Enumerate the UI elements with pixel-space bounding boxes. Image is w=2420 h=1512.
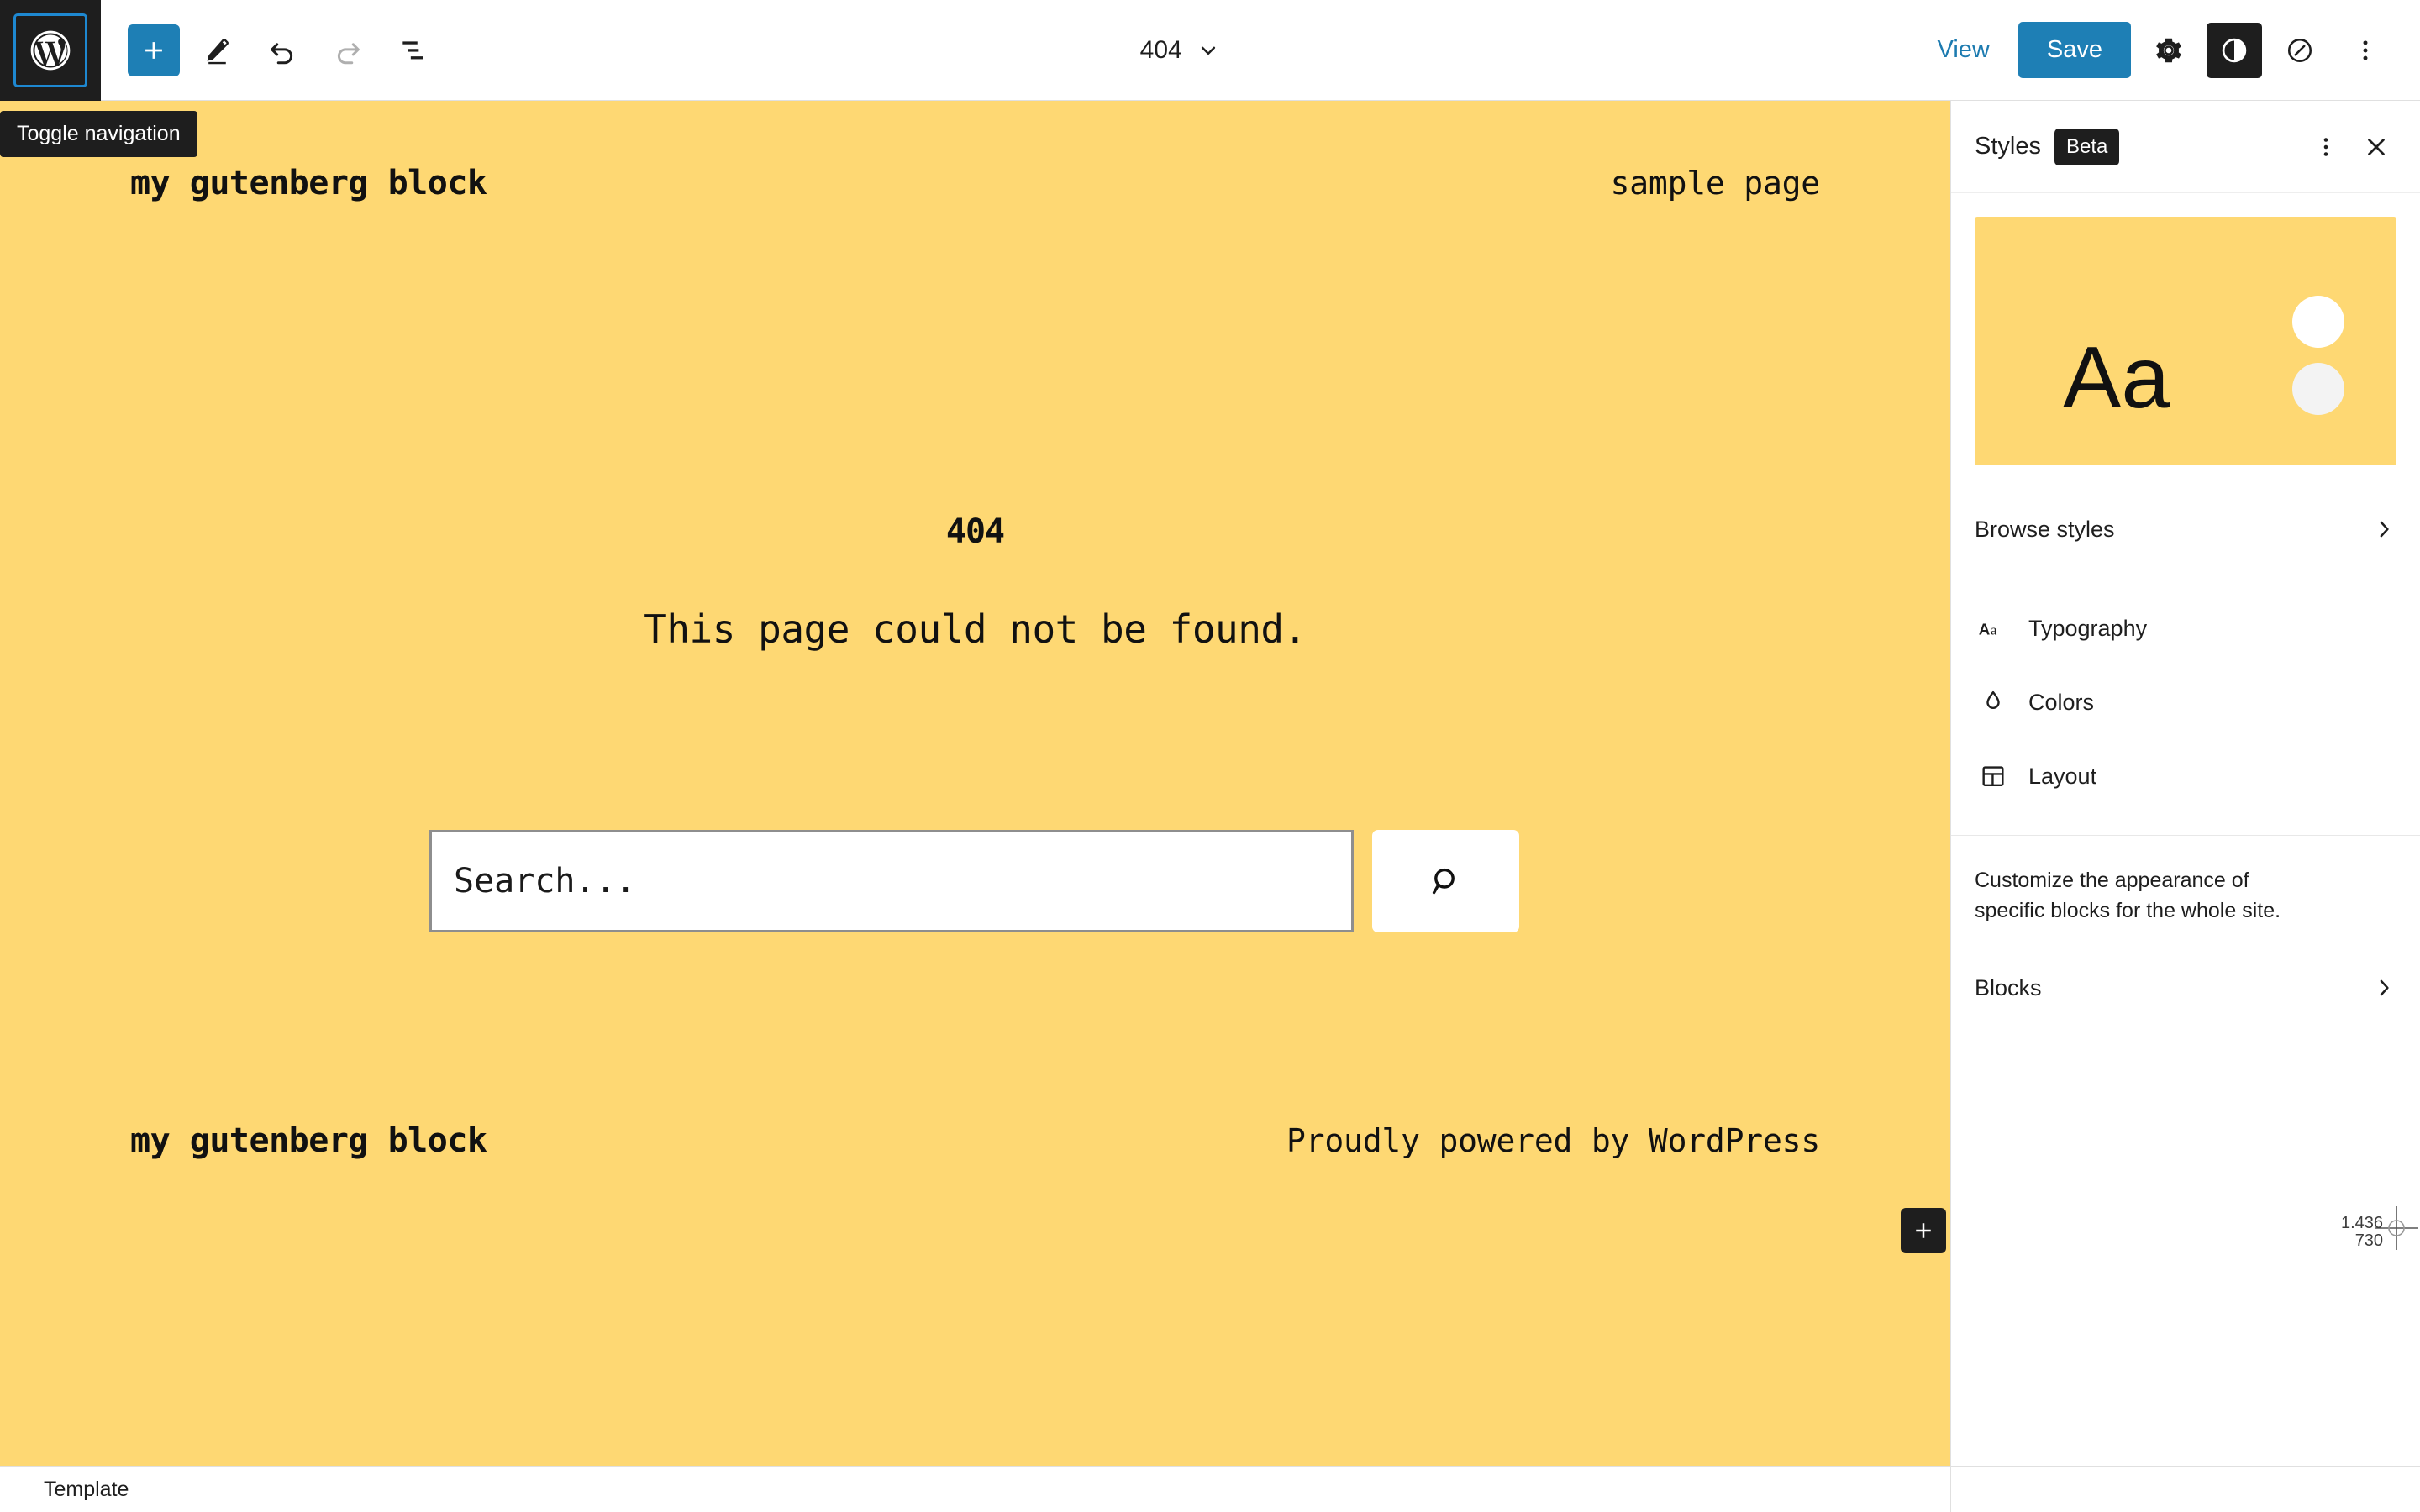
- undo-button[interactable]: [254, 22, 311, 79]
- settings-button[interactable]: [2141, 23, 2196, 78]
- more-options-button[interactable]: [2338, 23, 2393, 78]
- svg-text:A: A: [1979, 621, 1991, 638]
- plus-icon: [145, 41, 162, 59]
- editor-status-bar-right: [1950, 1466, 2420, 1512]
- site-header-block[interactable]: my gutenberg block sample page: [0, 164, 1950, 202]
- preview-sample-text: Aa: [2063, 329, 2170, 427]
- toggle-navigation-tooltip: Toggle navigation: [0, 111, 197, 157]
- canvas-inserter-button[interactable]: [1901, 1208, 1946, 1253]
- pencil-icon: [207, 38, 229, 64]
- cursor-y-value: 730: [2354, 1231, 2384, 1250]
- editor-status-bar: Template: [0, 1466, 1950, 1512]
- styles-button[interactable]: [2207, 22, 2262, 78]
- beta-badge: Beta: [2054, 128, 2120, 165]
- style-variation-preview[interactable]: Aa: [1975, 217, 2396, 465]
- site-footer-block[interactable]: my gutenberg block Proudly powered by Wo…: [0, 1121, 1950, 1160]
- cursor-x-value: 1.436: [2341, 1214, 2384, 1232]
- blocks-label: Blocks: [1975, 974, 2042, 1000]
- chevron-right-icon: [2380, 979, 2389, 996]
- site-preview-frame: my gutenberg block sample page 404 This …: [0, 101, 1950, 1466]
- magnifier-icon: [1432, 868, 1455, 895]
- editor-canvas[interactable]: my gutenberg block sample page 404 This …: [0, 101, 1950, 1466]
- header-left-toolbar: [101, 22, 442, 79]
- browse-styles-label: Browse styles: [1975, 516, 2115, 542]
- preview-color-dot-primary: [2292, 296, 2344, 348]
- plus-icon: [1916, 1223, 1931, 1238]
- footer-credit-text[interactable]: Proudly powered by WordPress: [1286, 1122, 1820, 1159]
- site-editor-app: 404 View Save my gutenberg block sample …: [0, 0, 2420, 1512]
- typography-label: Typography: [2028, 615, 2148, 641]
- undo-icon: [271, 42, 293, 64]
- styles-sidebar-body: Aa Browse styles A a Typography Colors L…: [1951, 193, 2420, 1466]
- styles-more-options-button[interactable]: [2301, 122, 2351, 172]
- redo-icon: [337, 42, 360, 64]
- contrast-circle-icon: [2222, 38, 2247, 62]
- sidebar-item-typography[interactable]: A a Typography: [1951, 591, 2420, 665]
- command-center-button[interactable]: [2272, 23, 2328, 78]
- editor-header: 404 View Save: [0, 0, 2420, 101]
- layout-label: Layout: [2028, 763, 2097, 789]
- close-icon: [2368, 138, 2385, 155]
- search-input[interactable]: [429, 830, 1354, 932]
- list-view-icon: [402, 40, 424, 59]
- sidebar-item-blocks[interactable]: Blocks: [1951, 951, 2420, 1025]
- edit-mode-button[interactable]: [188, 22, 245, 79]
- wordpress-logo-icon: [13, 13, 87, 87]
- close-sidebar-button[interactable]: [2351, 122, 2402, 172]
- chevron-down-icon: [1201, 46, 1216, 55]
- blocks-help-text: Customize the appearance of specific blo…: [1975, 869, 2281, 922]
- chevron-right-icon: [2380, 521, 2389, 538]
- gear-icon: [2156, 38, 2181, 62]
- redo-button[interactable]: [319, 22, 376, 79]
- typography-aa-icon: A a: [1975, 610, 2012, 647]
- sidebar-item-browse-styles[interactable]: Browse styles: [1951, 492, 2420, 566]
- layout-grid-icon: [1975, 758, 2012, 795]
- error-message-text[interactable]: This page could not be found.: [0, 606, 1950, 652]
- status-bar-label: Template: [44, 1477, 129, 1501]
- kebab-menu-icon: [2323, 137, 2328, 156]
- page-title: 404: [1139, 35, 1182, 64]
- wordpress-logo-button[interactable]: [0, 0, 101, 101]
- sidebar-item-layout[interactable]: Layout: [1951, 739, 2420, 813]
- footer-site-title[interactable]: my gutenberg block: [130, 1121, 487, 1160]
- styles-sidebar-header: Styles Beta: [1951, 101, 2420, 193]
- preview-color-dot-secondary: [2292, 363, 2344, 415]
- kebab-menu-icon: [2363, 39, 2368, 60]
- site-main-content: 404 This page could not be found.: [0, 512, 1950, 652]
- search-block[interactable]: [429, 830, 1519, 932]
- styles-panel-title: Styles: [1975, 133, 2041, 160]
- cursor-coordinate-readout: 1.436 730: [2341, 1215, 2383, 1250]
- save-button[interactable]: Save: [2018, 22, 2131, 78]
- site-nav-link-sample-page[interactable]: sample page: [1611, 165, 1821, 202]
- list-view-button[interactable]: [385, 22, 442, 79]
- styles-sidebar: Styles Beta Aa Browse styles A a Typogra…: [1950, 101, 2420, 1466]
- error-code-heading[interactable]: 404: [0, 512, 1950, 551]
- color-droplet-icon: [1975, 684, 2012, 721]
- search-submit-button[interactable]: [1372, 830, 1519, 932]
- site-title[interactable]: my gutenberg block: [130, 164, 487, 202]
- svg-text:a: a: [1991, 622, 1997, 638]
- add-block-button[interactable]: [128, 24, 180, 76]
- view-link[interactable]: View: [1919, 28, 2008, 72]
- sidebar-item-colors[interactable]: Colors: [1951, 665, 2420, 739]
- compass-icon: [2287, 38, 2312, 62]
- header-right-toolbar: View Save: [1919, 22, 2420, 78]
- document-title-dropdown[interactable]: 404: [442, 0, 1919, 100]
- colors-label: Colors: [2028, 689, 2095, 715]
